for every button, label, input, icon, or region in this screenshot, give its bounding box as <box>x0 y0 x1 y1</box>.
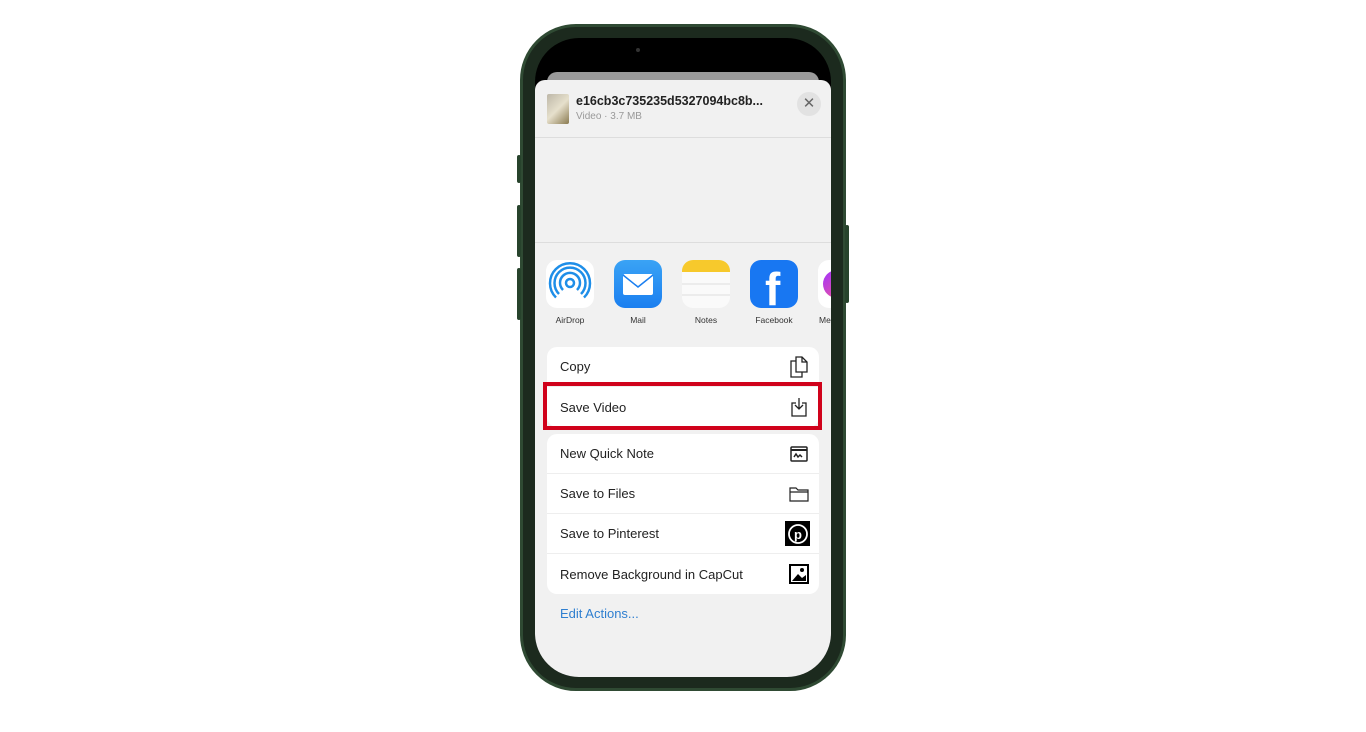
folder-icon <box>788 483 810 505</box>
divider <box>535 242 831 243</box>
phone-screen: e16cb3c735235d5327094bc8b... Video · 3.7… <box>535 38 831 677</box>
actions-group-secondary: New Quick Note Save to Files Save to Pin… <box>547 434 819 594</box>
app-label: Notes <box>694 315 718 325</box>
action-remove-background-capcut[interactable]: Remove Background in CapCut <box>547 554 819 594</box>
save-video-highlight <box>543 382 822 430</box>
app-facebook[interactable]: f Facebook <box>750 260 798 325</box>
app-mail[interactable]: Mail <box>614 260 662 325</box>
video-thumbnail <box>547 94 569 124</box>
pinterest-icon: p <box>785 521 810 546</box>
power-button <box>845 225 849 303</box>
share-sheet: e16cb3c735235d5327094bc8b... Video · 3.7… <box>535 80 831 677</box>
action-copy[interactable]: Copy <box>547 347 819 387</box>
mail-icon <box>614 260 662 308</box>
airdrop-icon <box>546 260 594 308</box>
front-camera <box>636 48 640 52</box>
action-new-quick-note[interactable]: New Quick Note <box>547 434 819 474</box>
app-label: Me <box>819 315 831 325</box>
file-name: e16cb3c735235d5327094bc8b... <box>576 94 763 108</box>
app-label: Facebook <box>755 315 793 325</box>
edit-actions-link[interactable]: Edit Actions... <box>560 606 639 621</box>
action-label: Copy <box>560 359 591 374</box>
action-label: Remove Background in CapCut <box>560 566 743 582</box>
dynamic-notch <box>627 38 741 66</box>
action-save-to-files[interactable]: Save to Files <box>547 474 819 514</box>
app-airdrop[interactable]: AirDrop <box>546 260 594 325</box>
capcut-image-icon <box>788 563 810 585</box>
app-messenger[interactable]: Me <box>818 260 831 325</box>
volume-up-button <box>517 205 521 257</box>
file-meta: Video · 3.7 MB <box>576 111 642 122</box>
app-label: Mail <box>630 315 646 325</box>
app-notes[interactable]: Notes <box>682 260 730 325</box>
copy-icon <box>788 355 810 378</box>
notes-icon <box>682 260 730 308</box>
facebook-icon: f <box>750 260 798 308</box>
messenger-icon <box>818 260 831 308</box>
svg-text:p: p <box>794 527 802 542</box>
divider <box>535 137 831 138</box>
action-save-to-pinterest[interactable]: Save to Pinterest p <box>547 514 819 554</box>
close-icon[interactable]: ✕ <box>797 92 821 116</box>
mute-switch <box>517 155 521 183</box>
volume-down-button <box>517 268 521 320</box>
action-label: Save to Pinterest <box>560 526 659 541</box>
quick-note-icon <box>788 443 810 465</box>
app-label: AirDrop <box>555 315 585 325</box>
action-label: New Quick Note <box>560 446 654 461</box>
action-label: Save to Files <box>560 486 636 501</box>
